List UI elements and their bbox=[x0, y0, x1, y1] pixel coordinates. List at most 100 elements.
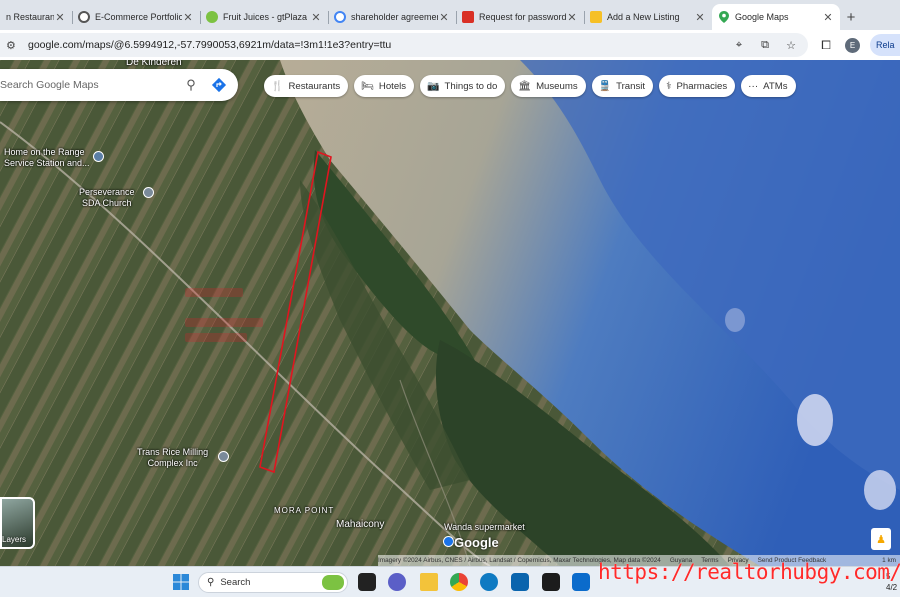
tab-ecommerce[interactable]: E-Commerce Portfolio ✕ bbox=[72, 4, 200, 30]
place-label-home-on-range[interactable]: Home on the Range Service Station and... bbox=[4, 147, 90, 169]
shopping-pin-icon[interactable] bbox=[443, 536, 454, 547]
toolbar-right: ⧠ E Rela bbox=[815, 30, 900, 60]
google-logo: Google bbox=[454, 535, 499, 550]
chrome-icon[interactable] bbox=[450, 573, 468, 591]
place-label-de-kinderen[interactable]: De Kinderen bbox=[126, 60, 182, 68]
chat-icon[interactable] bbox=[388, 573, 406, 591]
gas-station-pin-icon[interactable] bbox=[93, 151, 104, 162]
parcel-annotation-mark bbox=[185, 288, 243, 297]
maps-search-box[interactable]: Search Google Maps ⚲ bbox=[0, 69, 238, 101]
place-label-perseverance[interactable]: Perseverance SDA Church bbox=[79, 187, 135, 209]
street-view-pegman-icon[interactable]: ♟ bbox=[871, 528, 891, 550]
chip-restaurants[interactable]: 🍴 Restaurants bbox=[264, 75, 349, 97]
chip-museums[interactable]: 🏛 Museums bbox=[511, 75, 586, 97]
category-chips: 🍴 Restaurants 🛏 Hotels 📷 Things to do 🏛 Muse… bbox=[264, 75, 802, 97]
close-tab-icon[interactable]: ✕ bbox=[694, 11, 706, 24]
place-label-line: SDA Church bbox=[82, 198, 132, 208]
tab-title: Fruit Juices - gtPlaza bbox=[223, 12, 308, 22]
tab-shareholder[interactable]: shareholder agreement ✕ bbox=[328, 4, 456, 30]
tab-title: Add a New Listing bbox=[607, 12, 680, 22]
taskbar-search-label: Search bbox=[220, 577, 251, 588]
profile-avatar[interactable]: E bbox=[845, 37, 860, 53]
museum-icon: 🏛 bbox=[518, 80, 532, 92]
gtplaza-icon bbox=[206, 11, 218, 23]
place-label-line: Home on the Range bbox=[4, 147, 85, 157]
close-tab-icon[interactable]: ✕ bbox=[54, 11, 66, 24]
windows-start-icon[interactable] bbox=[172, 573, 190, 591]
sticky-notes-icon[interactable] bbox=[542, 573, 560, 591]
tab-title: E-Commerce Portfolio bbox=[95, 12, 182, 22]
chip-atms[interactable]: ··· ATMs bbox=[741, 75, 796, 97]
site-settings-icon[interactable]: ⚙ bbox=[6, 39, 20, 52]
place-label-mahaicony[interactable]: Mahaicony bbox=[336, 519, 384, 530]
tab-title: shareholder agreement bbox=[351, 12, 438, 22]
chip-label: Pharmacies bbox=[676, 80, 728, 92]
factory-pin-icon[interactable] bbox=[218, 451, 229, 462]
widget-icon[interactable] bbox=[322, 575, 344, 590]
chip-label: Transit bbox=[616, 80, 646, 92]
place-label-line: Service Station and... bbox=[4, 158, 90, 168]
tab-fruit-juices[interactable]: Fruit Juices - gtPlaza ✕ bbox=[200, 4, 328, 30]
location-icon[interactable]: ⌖ bbox=[730, 39, 748, 52]
place-label-wanda[interactable]: Wanda supermarket bbox=[444, 522, 525, 533]
place-label-line: Trans Rice Milling bbox=[137, 447, 209, 457]
chip-label: Restaurants bbox=[288, 80, 341, 92]
satellite-imagery bbox=[0, 60, 900, 566]
maps-pin-icon bbox=[718, 11, 730, 23]
tab-restaurant[interactable]: n Restaurant ✕ bbox=[0, 4, 72, 30]
close-tab-icon[interactable]: ✕ bbox=[822, 11, 834, 24]
url-text[interactable]: google.com/maps/@6.5994912,-57.7990053,6… bbox=[28, 39, 730, 51]
search-icon[interactable]: ⚲ bbox=[178, 77, 204, 93]
close-tab-icon[interactable]: ✕ bbox=[566, 11, 578, 24]
camera-icon: 📷 bbox=[427, 80, 440, 92]
browser-toolbar: ⚙ google.com/maps/@6.5994912,-57.7990053… bbox=[0, 30, 900, 60]
directions-icon[interactable] bbox=[208, 74, 230, 96]
watermark-text: https://realtorhubgy.com/ bbox=[598, 560, 900, 584]
chip-label: Museums bbox=[536, 80, 578, 92]
place-label-trans-rice[interactable]: Trans Rice Milling Complex Inc bbox=[137, 447, 208, 469]
bed-icon: 🛏 bbox=[361, 80, 374, 92]
chip-transit[interactable]: 🚆 Transit bbox=[591, 75, 654, 97]
extensions-icon[interactable]: ⧠ bbox=[815, 38, 837, 53]
chip-label: ATMs bbox=[763, 80, 788, 92]
tab-strip: n Restaurant ✕ E-Commerce Portfolio ✕ Fr… bbox=[0, 0, 900, 30]
place-label-line: Perseverance bbox=[79, 187, 135, 197]
tab-add-listing[interactable]: Add a New Listing ✕ bbox=[584, 4, 712, 30]
layers-label: Layers bbox=[2, 535, 27, 544]
satellite-map[interactable]: Search Google Maps ⚲ 🍴 Restaurants 🛏 Hotel… bbox=[0, 60, 900, 566]
close-tab-icon[interactable]: ✕ bbox=[182, 11, 194, 24]
google-g-icon bbox=[334, 11, 346, 23]
chip-things-to-do[interactable]: 📷 Things to do bbox=[420, 75, 506, 97]
search-input[interactable]: Search Google Maps bbox=[0, 79, 178, 91]
parcel-annotation-mark bbox=[185, 333, 247, 342]
place-label-mora-point[interactable]: MORA POINT bbox=[274, 505, 334, 516]
chip-pharmacies[interactable]: ⚕ Pharmacies bbox=[659, 75, 736, 97]
app-icon[interactable] bbox=[572, 573, 590, 591]
chip-hotels[interactable]: 🛏 Hotels bbox=[354, 75, 415, 97]
relaunch-button[interactable]: Rela bbox=[870, 34, 900, 56]
chip-label: Hotels bbox=[378, 80, 407, 92]
listing-icon bbox=[590, 11, 602, 23]
task-view-icon[interactable] bbox=[358, 573, 376, 591]
bookmark-star-icon[interactable]: ☆ bbox=[782, 39, 800, 52]
tab-google-maps[interactable]: Google Maps ✕ bbox=[712, 4, 840, 30]
new-tab-button[interactable]: + bbox=[840, 4, 862, 30]
mail-icon[interactable] bbox=[511, 573, 529, 591]
chip-label: Things to do bbox=[444, 80, 498, 92]
layers-button[interactable]: Layers bbox=[0, 497, 35, 549]
globe-icon bbox=[78, 11, 90, 23]
parcel-annotation-mark bbox=[185, 318, 263, 327]
tab-gmail[interactable]: Request for password ✕ bbox=[456, 4, 584, 30]
more-icon: ··· bbox=[748, 80, 759, 92]
pharmacy-icon: ⚕ bbox=[666, 80, 672, 92]
gmail-icon bbox=[462, 11, 474, 23]
tab-title: n Restaurant bbox=[6, 12, 54, 22]
church-pin-icon[interactable] bbox=[143, 187, 154, 198]
address-bar[interactable]: ⚙ google.com/maps/@6.5994912,-57.7990053… bbox=[0, 33, 808, 57]
close-tab-icon[interactable]: ✕ bbox=[310, 11, 322, 24]
file-explorer-icon[interactable] bbox=[420, 573, 438, 591]
install-app-icon[interactable]: ⧉ bbox=[756, 39, 774, 52]
place-label-line: Complex Inc bbox=[147, 458, 198, 468]
close-tab-icon[interactable]: ✕ bbox=[438, 11, 450, 24]
edge-icon[interactable] bbox=[480, 573, 498, 591]
